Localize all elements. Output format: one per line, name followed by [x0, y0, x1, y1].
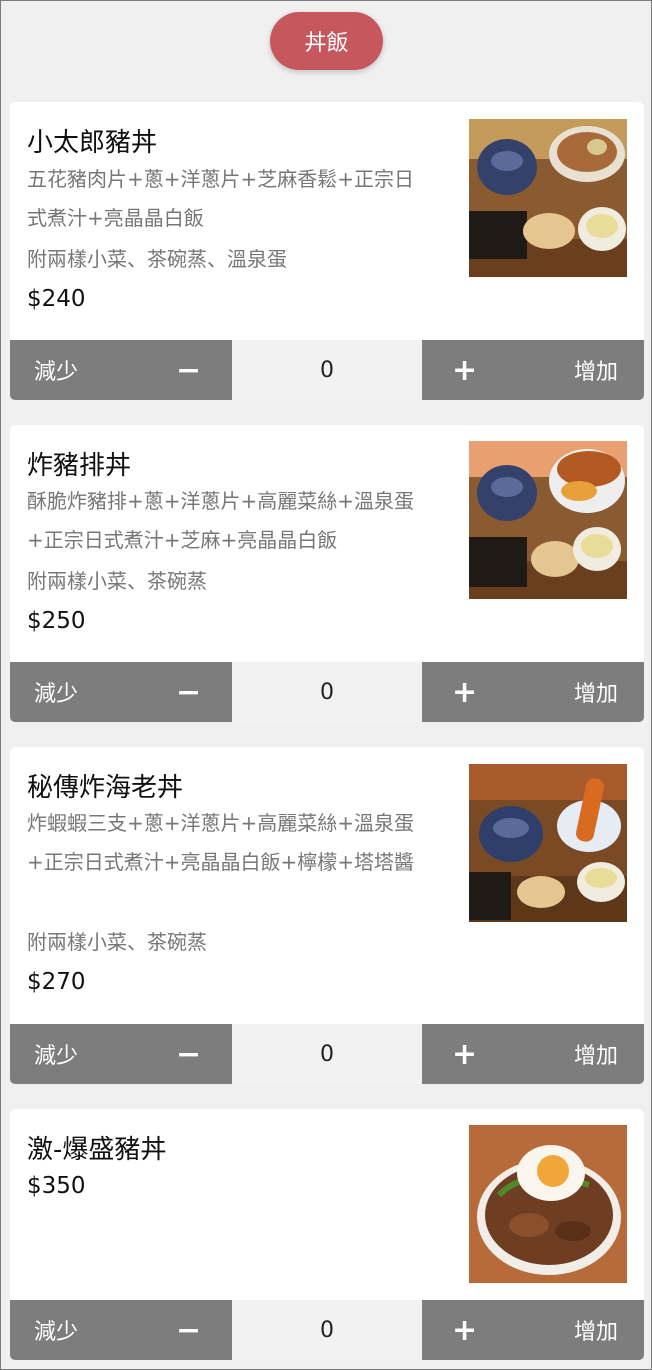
menu-item-card: 炸豬排丼 酥脆炸豬排+蔥+洋蔥片+高麗菜絲+溫泉蛋+正宗日式煮汁+芝麻+亮晶晶白…	[10, 425, 644, 662]
item-description: 五花豬肉片+蔥+洋蔥片+芝麻香鬆+正宗日式煮汁+亮晶晶白飯	[27, 167, 415, 230]
menu-item-card: 小太郎豬丼 五花豬肉片+蔥+洋蔥片+芝麻香鬆+正宗日式煮汁+亮晶晶白飯 附兩樣小…	[10, 102, 644, 340]
decrease-label: 減少	[34, 682, 79, 707]
increase-label: 增加	[573, 1320, 618, 1345]
increase-button[interactable]: + 增加	[422, 1024, 644, 1084]
minus-icon: −	[176, 674, 202, 710]
item-description: 炸蝦蝦三支+蔥+洋蔥片+高麗菜絲+溫泉蛋+正宗日式煮汁+亮晶晶白飯+檸檬+塔塔醬	[27, 811, 415, 874]
quantity-value: 0	[232, 340, 422, 400]
decrease-button[interactable]: 減少 −	[10, 340, 232, 400]
decrease-button[interactable]: 減少 −	[10, 1024, 232, 1084]
minus-icon: −	[176, 352, 202, 388]
decrease-button[interactable]: 減少 −	[10, 1300, 232, 1360]
quantity-controls: 減少 − 0 + 增加	[10, 1300, 644, 1360]
increase-button[interactable]: + 增加	[422, 340, 644, 400]
plus-icon: +	[452, 352, 478, 388]
plus-icon: +	[452, 1036, 478, 1072]
quantity-controls: 減少 − 0 + 增加	[10, 340, 644, 400]
food-photo	[469, 1125, 627, 1283]
menu-item-card: 秘傳炸海老丼 炸蝦蝦三支+蔥+洋蔥片+高麗菜絲+溫泉蛋+正宗日式煮汁+亮晶晶白飯…	[10, 747, 644, 1024]
plus-icon: +	[452, 674, 478, 710]
quantity-value: 0	[232, 1024, 422, 1084]
increase-label: 增加	[573, 360, 618, 385]
increase-label: 增加	[573, 682, 618, 707]
increase-button[interactable]: + 增加	[422, 662, 644, 722]
quantity-value: 0	[232, 1300, 422, 1360]
decrease-label: 減少	[34, 1320, 79, 1345]
item-price: $270	[27, 969, 86, 995]
item-name: 激-爆盛豬丼	[27, 1135, 167, 1165]
minus-icon: −	[176, 1312, 202, 1348]
quantity-value: 0	[232, 662, 422, 722]
decrease-label: 減少	[34, 360, 79, 385]
menu-item-card: 激-爆盛豬丼 $350	[10, 1109, 644, 1300]
category-badge[interactable]: 丼飯	[270, 12, 383, 70]
item-sides: 附兩樣小菜、茶碗蒸	[27, 930, 207, 954]
food-photo	[469, 119, 627, 277]
plus-icon: +	[452, 1312, 478, 1348]
item-sides: 附兩樣小菜、茶碗蒸	[27, 569, 207, 593]
item-name: 炸豬排丼	[27, 451, 132, 481]
minus-icon: −	[176, 1036, 202, 1072]
food-photo	[469, 441, 627, 599]
item-sides: 附兩樣小菜、茶碗蒸、溫泉蛋	[27, 247, 287, 271]
item-price: $350	[27, 1173, 86, 1199]
increase-label: 增加	[573, 1044, 618, 1069]
decrease-button[interactable]: 減少 −	[10, 662, 232, 722]
increase-button[interactable]: + 增加	[422, 1300, 644, 1360]
quantity-controls: 減少 − 0 + 增加	[10, 662, 644, 722]
item-price: $250	[27, 608, 86, 634]
decrease-label: 減少	[34, 1044, 79, 1069]
quantity-controls: 減少 − 0 + 增加	[10, 1024, 644, 1084]
item-name: 秘傳炸海老丼	[27, 773, 184, 803]
item-description: 酥脆炸豬排+蔥+洋蔥片+高麗菜絲+溫泉蛋+正宗日式煮汁+芝麻+亮晶晶白飯	[27, 489, 415, 552]
item-name: 小太郎豬丼	[27, 128, 158, 158]
item-price: $240	[27, 286, 86, 312]
food-photo	[469, 764, 627, 922]
